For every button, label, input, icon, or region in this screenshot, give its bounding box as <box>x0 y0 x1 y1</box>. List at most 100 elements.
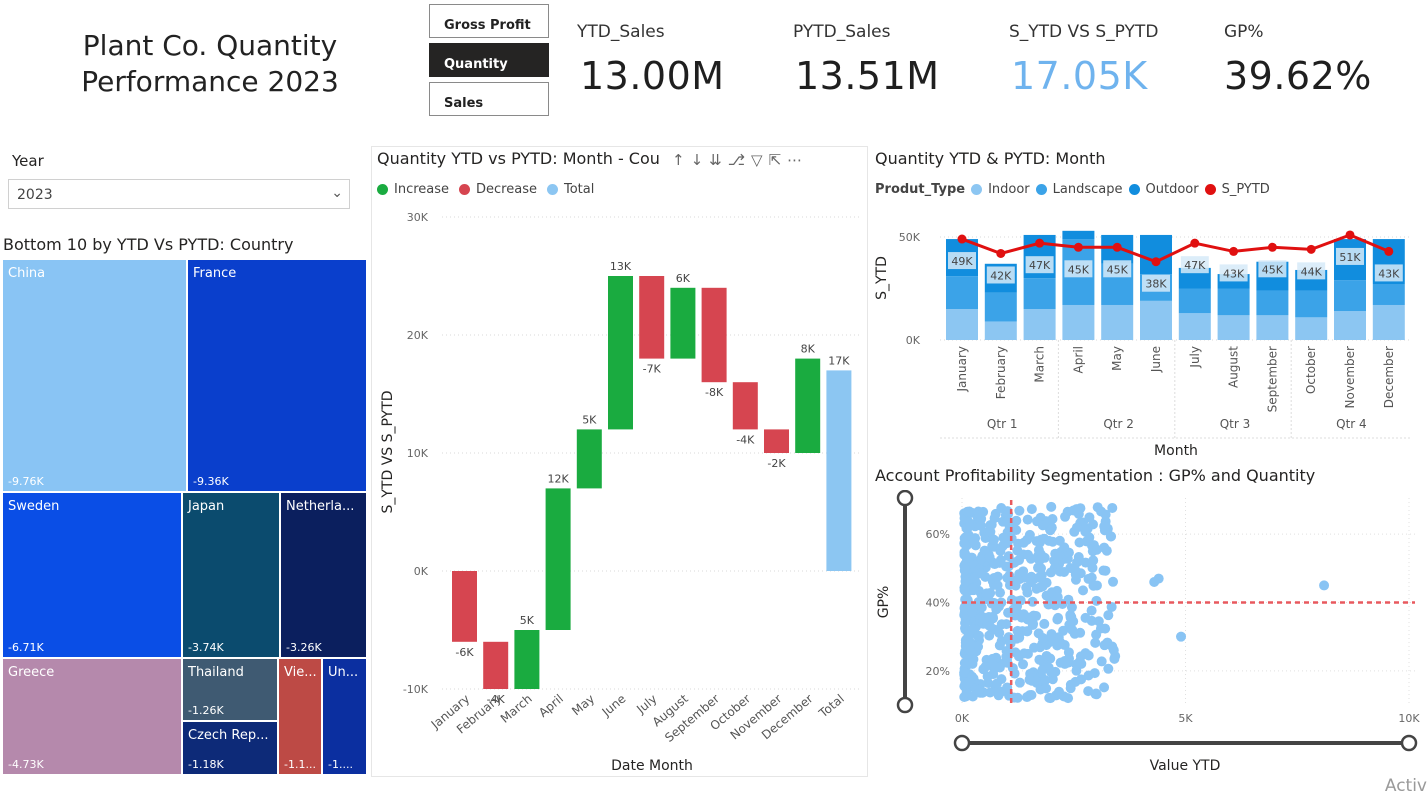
scatter-point[interactable] <box>1066 602 1077 613</box>
waterfall-bar[interactable] <box>795 358 821 453</box>
scatter-point[interactable] <box>1026 689 1037 700</box>
combo-bar-segment[interactable] <box>1334 280 1366 312</box>
scatter-point[interactable] <box>1026 504 1037 515</box>
waterfall-bar[interactable] <box>764 429 789 453</box>
waterfall-bar[interactable] <box>514 630 540 689</box>
scatter-point[interactable] <box>1052 614 1063 625</box>
combo-bar-segment[interactable] <box>1023 309 1056 340</box>
scatter-point[interactable] <box>1022 514 1033 525</box>
y-range-slider-handle-bottom[interactable] <box>896 696 914 714</box>
year-slicer-dropdown[interactable]: 2023 ⌄ <box>8 179 350 209</box>
combo-bar-segment[interactable] <box>1217 288 1250 316</box>
scatter-point[interactable] <box>1058 625 1069 636</box>
scatter-point[interactable] <box>1046 501 1057 512</box>
scatter-point[interactable] <box>1001 619 1012 630</box>
scatter-point[interactable] <box>1029 642 1040 653</box>
scatter-point[interactable] <box>1099 521 1110 532</box>
treemap-cell-sweden[interactable]: Sweden -6.71K <box>2 492 182 658</box>
scatter-point[interactable] <box>1091 688 1102 699</box>
scatter-point[interactable] <box>1018 609 1029 620</box>
quantity-button[interactable]: Quantity <box>429 43 549 77</box>
scatter-point[interactable] <box>1037 633 1048 644</box>
scatter-point[interactable] <box>995 545 1006 556</box>
scatter-point[interactable] <box>1319 580 1330 591</box>
scatter-point[interactable] <box>1012 692 1023 703</box>
s-pytd-point[interactable] <box>1306 244 1316 254</box>
combo-bar-segment[interactable] <box>1062 230 1095 240</box>
scatter-point[interactable] <box>1041 683 1052 694</box>
waterfall-bar[interactable] <box>483 641 509 689</box>
combo-bar-segment[interactable] <box>946 309 978 340</box>
scatter-point[interactable] <box>1176 631 1187 642</box>
scatter-point[interactable] <box>1022 549 1033 560</box>
waterfall-bar[interactable] <box>608 276 633 430</box>
scatter-point[interactable] <box>1088 580 1099 591</box>
scatter-point[interactable] <box>1045 567 1056 578</box>
combo-bar-segment[interactable] <box>1372 304 1405 340</box>
drill-up-icon[interactable]: ↑ <box>672 151 691 169</box>
waterfall-bar[interactable] <box>452 571 477 642</box>
s-pytd-point[interactable] <box>1229 246 1239 256</box>
scatter-point[interactable] <box>1041 650 1052 661</box>
scatter-point[interactable] <box>1026 577 1037 588</box>
scatter-point[interactable] <box>985 526 996 537</box>
combo-bar-segment[interactable] <box>1023 278 1056 310</box>
scatter-point[interactable] <box>965 645 976 656</box>
scatter-point[interactable] <box>1037 581 1048 592</box>
scatter-point[interactable] <box>984 552 995 563</box>
combo-bar-segment[interactable] <box>1062 304 1095 340</box>
treemap-cell-united[interactable]: Un... -1.... <box>322 658 367 775</box>
waterfall-bar[interactable] <box>670 287 696 359</box>
scatter-point[interactable] <box>993 690 1004 701</box>
combo-bar-segment[interactable] <box>1140 234 1172 275</box>
scatter-point[interactable] <box>976 520 987 531</box>
s-pytd-point[interactable] <box>1151 257 1161 267</box>
scatter-point[interactable] <box>1076 674 1087 685</box>
scatter-point[interactable] <box>1080 612 1091 623</box>
more-options-icon[interactable]: ⋯ <box>787 151 808 169</box>
scatter-point[interactable] <box>1007 663 1018 674</box>
s-pytd-point[interactable] <box>1035 238 1045 248</box>
sales-button[interactable]: Sales <box>429 82 549 116</box>
scatter-point[interactable] <box>1022 626 1033 637</box>
scatter-point[interactable] <box>1037 520 1048 531</box>
scatter-point[interactable] <box>962 506 973 517</box>
treemap-cell-france[interactable]: France -9.36K <box>187 259 367 492</box>
scatter-point[interactable] <box>998 532 1009 543</box>
scatter-point[interactable] <box>1108 645 1119 656</box>
treemap-cell-vietnam[interactable]: Vie... -1.1... <box>278 658 322 775</box>
combo-bar-segment[interactable] <box>946 276 978 310</box>
scatter-point[interactable] <box>1099 682 1110 693</box>
treemap-cell-china[interactable]: China -9.76K <box>2 259 187 492</box>
scatter-point[interactable] <box>964 521 975 532</box>
scatter-point[interactable] <box>991 678 1002 689</box>
combo-bar-segment[interactable] <box>1178 288 1211 314</box>
scatter-point[interactable] <box>1101 545 1112 556</box>
scatter-point[interactable] <box>1109 653 1120 664</box>
scatter-point[interactable] <box>1068 505 1079 516</box>
gross-profit-button[interactable]: Gross Profit <box>429 4 549 38</box>
scatter-point[interactable] <box>1060 511 1071 522</box>
waterfall-bar[interactable] <box>826 370 852 571</box>
scatter-point[interactable] <box>968 583 979 594</box>
waterfall-bar[interactable] <box>732 382 758 430</box>
combo-bar-segment[interactable] <box>1217 315 1250 340</box>
scatter-point[interactable] <box>973 630 984 641</box>
scatter-point[interactable] <box>978 506 989 517</box>
scatter-point[interactable] <box>1088 555 1099 566</box>
scatter-point[interactable] <box>1039 618 1050 629</box>
combo-bar-segment[interactable] <box>1140 300 1172 340</box>
scatter-point[interactable] <box>1055 566 1066 577</box>
scatter-point[interactable] <box>1014 505 1025 516</box>
filter-icon[interactable]: ▽ <box>751 151 769 169</box>
scatter-point[interactable] <box>1078 585 1089 596</box>
combo-bar-segment[interactable] <box>1334 311 1366 340</box>
scatter-point[interactable] <box>1004 521 1015 532</box>
scatter-point[interactable] <box>984 630 995 641</box>
x-range-slider-handle-left[interactable] <box>953 734 971 752</box>
scatter-point[interactable] <box>1093 616 1104 627</box>
scatter-point[interactable] <box>1075 627 1086 638</box>
scatter-point[interactable] <box>1054 686 1065 697</box>
s-pytd-point[interactable] <box>1345 230 1355 240</box>
expand-hierarchy-icon[interactable]: ⎇ <box>728 151 751 169</box>
